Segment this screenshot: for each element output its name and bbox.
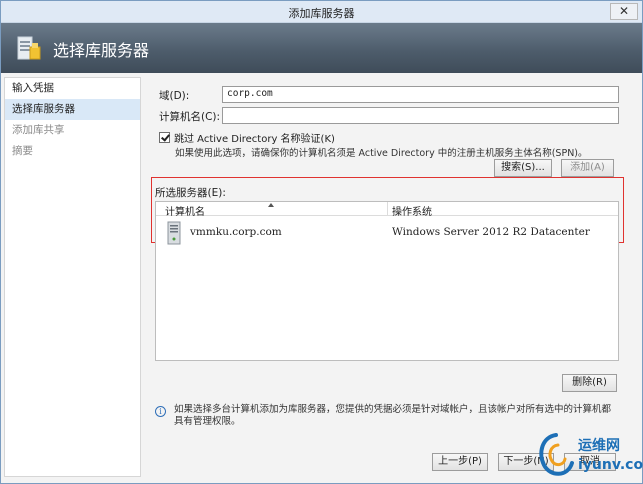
add-library-server-dialog: 添加库服务器 ✕ 选择库服务器 输入凭据 选择库服务器 添加库共享 摘要 域(D… bbox=[0, 0, 643, 484]
domain-label: 域(D): bbox=[159, 90, 190, 102]
list-header: 计算机名 操作系统 bbox=[156, 202, 618, 218]
computer-name-input[interactable] bbox=[222, 107, 619, 124]
watermark-logo-icon bbox=[539, 433, 574, 476]
column-header-os[interactable]: 操作系统 bbox=[392, 203, 432, 218]
remove-button[interactable]: 删除(R) bbox=[562, 374, 617, 392]
previous-button[interactable]: 上一步(P) bbox=[432, 453, 488, 471]
page-title: 选择库服务器 bbox=[53, 41, 150, 60]
watermark-url: iyunv.com bbox=[578, 457, 643, 473]
wizard-content: 域(D): corp.com 计算机名(C): 跳过 Active Direct… bbox=[144, 77, 641, 481]
column-divider[interactable] bbox=[387, 202, 388, 215]
server-icon bbox=[167, 221, 181, 245]
skip-ad-option[interactable]: 跳过 Active Directory 名称验证(K) bbox=[159, 130, 335, 145]
info-icon: i bbox=[155, 406, 166, 417]
info-text: 如果选择多台计算机添加为库服务器，您提供的凭据必须是针对域帐户，且该帐户对所有选… bbox=[174, 404, 612, 427]
title-bar: 添加库服务器 ✕ bbox=[1, 1, 642, 23]
nav-item-select-servers[interactable]: 选择库服务器 bbox=[5, 99, 140, 120]
library-server-icon bbox=[17, 36, 41, 60]
table-row[interactable]: vmmku.corp.com Windows Server 2012 R2 Da… bbox=[156, 218, 618, 248]
column-header-computer-name[interactable]: 计算机名 bbox=[165, 203, 205, 218]
header-banner: 选择库服务器 bbox=[1, 23, 642, 73]
selected-servers-label: 所选服务器(E): bbox=[155, 187, 226, 199]
nav-item-credentials[interactable]: 输入凭据 bbox=[5, 78, 140, 99]
computer-name-label: 计算机名(C): bbox=[159, 111, 221, 123]
wizard-nav: 输入凭据 选择库服务器 添加库共享 摘要 bbox=[4, 77, 141, 477]
watermark-name: 运维网 bbox=[578, 438, 620, 454]
nav-item-summary: 摘要 bbox=[12, 145, 33, 157]
server-name-cell: vmmku.corp.com bbox=[190, 226, 282, 238]
close-button[interactable]: ✕ bbox=[610, 3, 638, 20]
server-os-cell: Windows Server 2012 R2 Datacenter bbox=[392, 226, 590, 238]
skip-ad-checkbox[interactable] bbox=[159, 132, 170, 143]
add-button[interactable]: 添加(A) bbox=[561, 159, 614, 177]
sort-ascending-icon bbox=[268, 203, 274, 207]
domain-input[interactable]: corp.com bbox=[222, 86, 619, 103]
selected-servers-list[interactable]: 计算机名 操作系统 vmmku.corp.com Windows Server … bbox=[155, 201, 619, 361]
skip-ad-label: 跳过 Active Directory 名称验证(K) bbox=[174, 134, 335, 145]
search-button[interactable]: 搜索(S)... bbox=[494, 159, 552, 177]
window-title: 添加库服务器 bbox=[288, 7, 355, 20]
spn-hint: 如果使用此选项，请确保你的计算机名须是 Active Directory 中的注… bbox=[175, 148, 588, 159]
site-watermark: 运维网 iyunv.com bbox=[534, 431, 643, 483]
nav-item-add-shares: 添加库共享 bbox=[12, 124, 65, 136]
